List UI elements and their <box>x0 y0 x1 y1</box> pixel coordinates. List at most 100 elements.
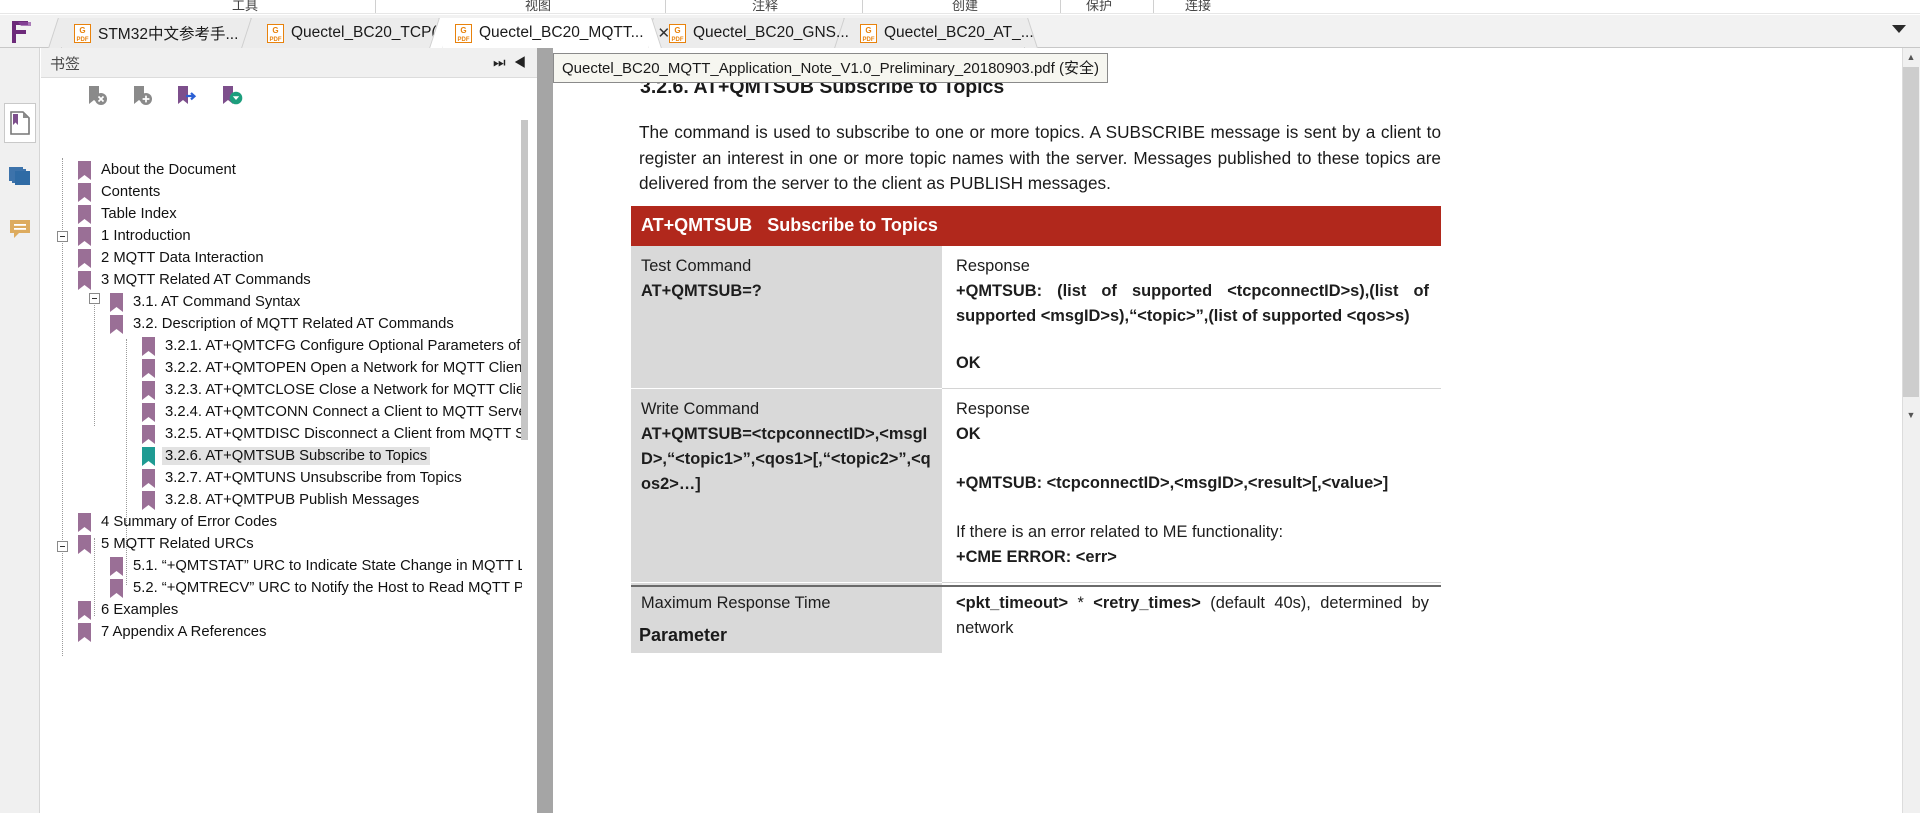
tree-guide <box>94 298 95 426</box>
table-title-description: Subscribe to Topics <box>767 215 938 235</box>
bookmark-item-qmtclose[interactable]: 3.2.3. AT+QMTCLOSE Close a Network for M… <box>142 379 522 401</box>
bookmark-item-at-command-syntax[interactable]: 3.1. AT Command Syntax <box>110 291 303 313</box>
ribbon-separator <box>862 0 863 14</box>
page-thumbnail-icon[interactable] <box>4 103 36 143</box>
tree-expander-3-2[interactable] <box>89 293 100 304</box>
bookmark-item-description-mqtt[interactable]: 3.2. Description of MQTT Related AT Comm… <box>110 313 457 335</box>
svg-text:G: G <box>460 26 466 35</box>
bookmark-item-mqtt-data-interaction[interactable]: 2 MQTT Data Interaction <box>78 247 267 269</box>
bookmark-item-introduction[interactable]: 1 Introduction <box>78 225 194 247</box>
ribbon-item-tools[interactable]: 工具 <box>232 0 258 14</box>
bookmark-tree[interactable]: About the Document Contents Table Index … <box>41 113 522 813</box>
bookmark-flag-icon <box>142 424 155 444</box>
bookmark-item-contents[interactable]: Contents <box>78 181 163 203</box>
bookmark-label: 3.2.6. AT+QMTSUB Subscribe to Topics <box>162 447 431 465</box>
bookmark-panel: 书签 ⏭ ◀ About the Document Contents Table… <box>41 48 537 813</box>
bookmark-flag-icon <box>142 468 155 488</box>
tab-label: Quectel_BC20_MQTT... <box>479 24 644 41</box>
layers-icon[interactable] <box>4 156 36 196</box>
delete-bookmark-icon[interactable] <box>85 84 117 110</box>
tree-expander-5[interactable] <box>57 541 68 552</box>
collapse-panel-icon[interactable]: ⏭ ◀ <box>493 54 528 71</box>
svg-text:G: G <box>674 26 680 35</box>
tab-close-icon[interactable]: ✕ <box>658 24 671 42</box>
bookmark-item-about[interactable]: About the Document <box>78 159 239 181</box>
table-title-row: AT+QMTSUB Subscribe to Topics <box>631 206 1441 246</box>
bookmark-item-qmtpub[interactable]: 3.2.8. AT+QMTPUB Publish Messages <box>142 489 422 511</box>
bookmark-item-qmtstat-urc[interactable]: 5.1. “+QMTSTAT” URC to Indicate State Ch… <box>110 555 522 577</box>
page-right-margin <box>1899 48 1901 813</box>
scroll-up-icon[interactable]: ▲ <box>1903 48 1919 66</box>
test-command-label: Test Command <box>641 257 752 275</box>
bookmark-item-summary-error-codes[interactable]: 4 Summary of Error Codes <box>78 511 280 533</box>
document-scrollbar[interactable]: ▲ ▼ <box>1902 48 1920 813</box>
bookmark-flag-icon <box>78 600 91 620</box>
bookmark-item-qmtcfg[interactable]: 3.2.1. AT+QMTCFG Configure Optional Para… <box>142 335 522 357</box>
section-paragraph: The command is used to subscribe to one … <box>639 122 1441 193</box>
bookmark-flag-icon <box>78 160 91 180</box>
bookmark-label: 3.2.3. AT+QMTCLOSE Close a Network for M… <box>165 382 522 398</box>
bookmark-label: 5.2. “+QMTRECV” URC to Notify the Host t… <box>133 580 522 596</box>
svg-text:PDF: PDF <box>270 37 282 43</box>
add-bookmark-icon[interactable] <box>130 84 162 110</box>
svg-text:PDF: PDF <box>863 37 875 43</box>
comments-icon[interactable] <box>4 208 36 248</box>
response-urc: +QMTSUB: <tcpconnectID>,<msgID>,<result>… <box>956 474 1389 492</box>
bookmark-flag-icon <box>78 182 91 202</box>
bookmark-item-examples[interactable]: 6 Examples <box>78 599 181 621</box>
write-command-cell: Write Command AT+QMTSUB=<tcpconnectID>,<… <box>631 388 942 583</box>
go-to-bookmark-icon[interactable] <box>174 84 206 110</box>
table-row: Test Command AT+QMTSUB=? Response +QMTSU… <box>631 246 1441 389</box>
bookmark-panel-header: 书签 ⏭ ◀ <box>41 48 537 77</box>
bookmark-flag-icon <box>142 402 155 422</box>
bookmark-flag-icon <box>110 578 123 598</box>
ribbon-separator <box>1060 0 1061 14</box>
bookmark-item-mqtt-related-at-commands[interactable]: 3 MQTT Related AT Commands <box>78 269 314 291</box>
tab-stm32-reference[interactable]: G PDF STM32中文参考手... <box>62 18 247 48</box>
bookmark-flag-icon <box>110 314 123 334</box>
scrollbar-thumb[interactable] <box>1903 67 1919 397</box>
ribbon-item-create[interactable]: 创建 <box>952 0 978 14</box>
bookmark-label: 3.2.4. AT+QMTCONN Connect a Client to MQ… <box>165 404 522 420</box>
bookmark-item-mqtt-related-urcs[interactable]: 5 MQTT Related URCs <box>78 533 257 555</box>
tab-quectel-gnss[interactable]: G PDF Quectel_BC20_GNS... <box>657 18 849 48</box>
bookmark-item-qmtuns[interactable]: 3.2.7. AT+QMTUNS Unsubscribe from Topics <box>142 467 465 489</box>
ribbon-item-protect[interactable]: 保护 <box>1086 0 1112 14</box>
pdf-file-icon: G PDF <box>267 23 284 43</box>
bookmark-item-qmtrecv-urc[interactable]: 5.2. “+QMTRECV” URC to Notify the Host t… <box>110 577 522 599</box>
bookmark-item-qmtconn[interactable]: 3.2.4. AT+QMTCONN Connect a Client to MQ… <box>142 401 522 423</box>
svg-text:G: G <box>272 26 278 35</box>
panel-splitter[interactable] <box>537 48 553 813</box>
bookmark-item-appendix-a[interactable]: 7 Appendix A References <box>78 621 269 643</box>
tab-quectel-mqtt[interactable]: G PDF Quectel_BC20_MQTT... ✕ <box>443 18 670 48</box>
ribbon-item-comment[interactable]: 注释 <box>752 0 778 14</box>
bookmark-label: 5 MQTT Related URCs <box>101 536 254 552</box>
bookmark-flag-icon <box>142 490 155 510</box>
chevron-down-icon[interactable] <box>1892 25 1906 33</box>
bookmark-item-table-index[interactable]: Table Index <box>78 203 180 225</box>
table-row: Maximum Response Time <pkt_timeout> * <r… <box>631 582 1441 653</box>
response-ok: OK <box>956 354 981 372</box>
bookmark-options-icon[interactable] <box>219 84 251 110</box>
bookmark-item-qmtsub[interactable]: 3.2.6. AT+QMTSUB Subscribe to Topics <box>142 445 431 467</box>
scroll-down-icon[interactable]: ▼ <box>1903 406 1919 424</box>
bookmark-item-qmtopen[interactable]: 3.2.2. AT+QMTOPEN Open a Network for MQT… <box>142 357 522 379</box>
bookmark-label: 3.2.1. AT+QMTCFG Configure Optional Para… <box>165 338 522 354</box>
tab-label: Quectel_BC20_TCP(... <box>291 24 450 41</box>
ribbon-item-view[interactable]: 视图 <box>525 0 551 14</box>
bookmark-label: 1 Introduction <box>101 228 191 244</box>
tab-quectel-at[interactable]: G PDF Quectel_BC20_AT_... <box>848 18 1034 48</box>
table-bottom-border <box>631 585 1441 587</box>
ribbon-item-connect[interactable]: 连接 <box>1185 0 1211 14</box>
tree-expander-3[interactable] <box>57 231 68 242</box>
bookmark-label: 3.1. AT Command Syntax <box>133 294 301 310</box>
test-command-cell: Test Command AT+QMTSUB=? <box>631 246 942 389</box>
tab-quectel-tcp[interactable]: G PDF Quectel_BC20_TCP(... <box>255 18 450 48</box>
bookmark-panel-scrollbar[interactable] <box>521 120 528 440</box>
bookmark-flag-icon <box>78 622 91 642</box>
bookmark-flag-icon <box>110 292 123 312</box>
file-path-tooltip: Quectel_BC20_MQTT_Application_Note_V1.0_… <box>553 53 1108 83</box>
tab-label: Quectel_BC20_GNS... <box>693 24 849 41</box>
pdf-file-icon: G PDF <box>74 23 91 43</box>
bookmark-item-qmtdisc[interactable]: 3.2.5. AT+QMTDISC Disconnect a Client fr… <box>142 423 522 445</box>
